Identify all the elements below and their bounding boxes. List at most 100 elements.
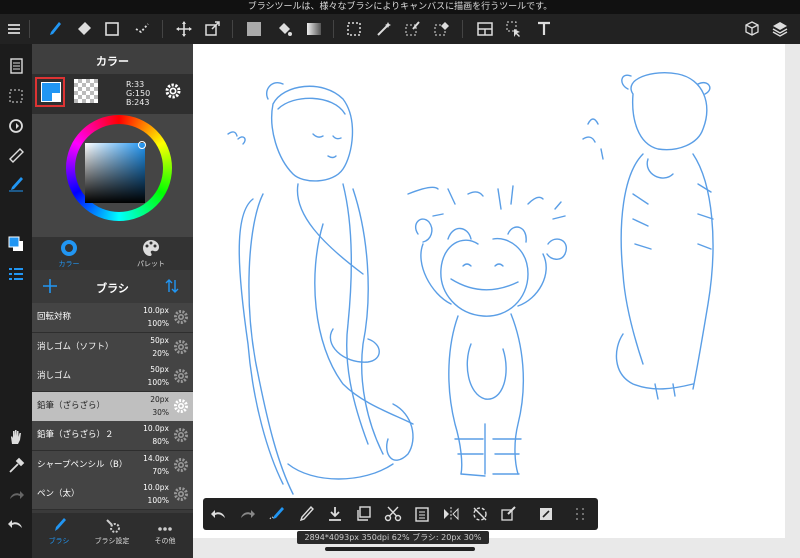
brush-item[interactable]: 回転対称 10.0px 100% [32,303,193,333]
move-tool-icon[interactable] [170,14,198,44]
redo-icon[interactable] [238,505,256,523]
stabilizer-pen-icon[interactable] [4,172,28,196]
undo-icon[interactable] [210,505,228,523]
rotate-canvas-icon[interactable] [4,114,28,138]
menu-icon[interactable] [0,14,28,44]
text-tool-icon[interactable] [530,14,558,44]
brush-size: 10.0px [143,424,169,433]
pen-icon[interactable] [298,505,316,523]
flip-icon[interactable] [442,505,460,523]
color-panel-title: カラー [96,55,129,68]
brush-item[interactable]: 消しゴム（ソフト） 50px 20% [32,332,193,363]
brush-item[interactable]: 鉛筆（ざらざら）２ 10.0px 80% [32,421,193,451]
magic-wand-icon[interactable] [370,14,398,44]
rgb-g: G:150 [126,89,151,98]
page-manager-icon[interactable] [4,54,28,78]
ruler-icon[interactable] [4,143,28,167]
selection-pen-icon[interactable] [500,505,518,523]
transparent-color-swatch[interactable] [74,79,98,103]
color-picker-handle[interactable] [138,141,146,149]
brush-opacity: 20% [152,348,169,358]
tab-brush-settings-icon[interactable] [104,517,120,533]
transform-tool-icon[interactable] [198,14,226,44]
saturation-value-square[interactable] [85,143,145,203]
divider [162,20,163,38]
tab-more-label: その他 [154,537,176,545]
eyedropper-icon[interactable] [4,454,28,478]
tab-color[interactable] [60,239,78,257]
tab-palette[interactable] [142,239,160,257]
fill-color-icon[interactable] [240,14,268,44]
select-eraser-icon[interactable] [428,14,456,44]
rgb-readout: R:33 G:150 B:243 [126,80,150,107]
brush-opacity: 100% [147,378,169,387]
background-color[interactable] [52,93,61,102]
brush-size: 14.0px [143,453,169,463]
selection-display-icon[interactable] [4,84,28,108]
brush-tool-icon[interactable] [40,14,68,44]
color-switch-icon[interactable] [4,232,28,256]
quick-action-bar [203,498,598,530]
redo-icon[interactable] [4,483,28,507]
divider [232,20,233,38]
brush-item[interactable]: シャープペンシル（B） 14.0px 70% [32,450,193,481]
rotate-reset-icon[interactable] [471,505,489,523]
rgb-b: B:243 [126,98,150,107]
eraser-tool-icon[interactable] [70,14,98,44]
brush-opacity: 80% [152,437,169,446]
brush-item[interactable]: ペン（太） 10.0px 100% [32,480,193,510]
color-settings-gear-icon[interactable] [164,82,182,100]
tab-brush-label: ブラシ [48,537,70,545]
tab-brush-icon[interactable] [51,517,67,533]
divider [29,20,30,38]
operation-tool-icon[interactable] [500,14,528,44]
brush-settings-gear-icon[interactable] [173,339,189,355]
brush-opacity: 70% [152,466,169,476]
select-tool-icon[interactable] [340,14,368,44]
brush-settings-gear-icon[interactable] [173,368,189,384]
brush-name: 消しゴム（ソフト） [37,341,114,352]
brush-settings-gear-icon[interactable] [173,427,189,443]
canvas-status: 2894*4093px 350dpi 62% ブラシ: 20px 30% [297,531,489,544]
cut-icon[interactable] [384,505,402,523]
divider [333,20,334,38]
brush-item[interactable]: 鉛筆（ざらざら） 20px 30% [32,391,193,422]
brush-settings-gear-icon[interactable] [173,457,189,473]
hue-ring[interactable] [66,115,172,221]
brush-size: 10.0px [143,483,169,492]
gradient-tool-icon[interactable] [300,14,328,44]
tab-color-label: カラー [58,260,80,268]
brush-size: 50px [150,335,169,345]
brush-item[interactable]: 消しゴム 50px 100% [32,362,193,392]
brush-settings-gear-icon[interactable] [173,486,189,502]
grip-icon[interactable] [571,505,589,523]
main-color-swatch-frame[interactable] [35,77,65,107]
bucket-tool-icon[interactable] [270,14,298,44]
layer-list-icon[interactable] [4,262,28,286]
sketch-drawing [227,72,714,495]
brush-settings-gear-icon[interactable] [173,309,189,325]
frame-divider-icon[interactable] [471,14,499,44]
home-indicator [325,547,475,551]
brush-name: 鉛筆（ざらざら） [37,400,106,411]
layers-icon[interactable] [766,14,794,44]
tab-more-icon[interactable] [157,519,173,531]
brush-name: 回転対称 [37,312,72,322]
drawing-canvas[interactable] [193,44,785,538]
copy-icon[interactable] [355,505,373,523]
dot-brush-icon[interactable] [128,14,156,44]
select-pen-icon[interactable] [399,14,427,44]
tool-tip-bar: ブラシツールは、様々なブラシによりキャンバスに描画を行うツールです。 [0,0,800,14]
paste-icon[interactable] [413,505,431,523]
material-icon[interactable] [738,14,766,44]
download-icon[interactable] [326,505,344,523]
sort-brush-icon[interactable] [164,278,180,294]
brush-name: 消しゴム [37,371,72,381]
left-tool-strip [0,44,32,558]
undo-icon[interactable] [4,512,28,536]
canvas-fit-icon[interactable] [537,505,555,523]
brush-settings-gear-icon[interactable] [173,398,189,414]
hand-tool-icon[interactable] [4,425,28,449]
stroke-correction-icon[interactable] [268,505,286,523]
shape-tool-icon[interactable] [98,14,126,44]
